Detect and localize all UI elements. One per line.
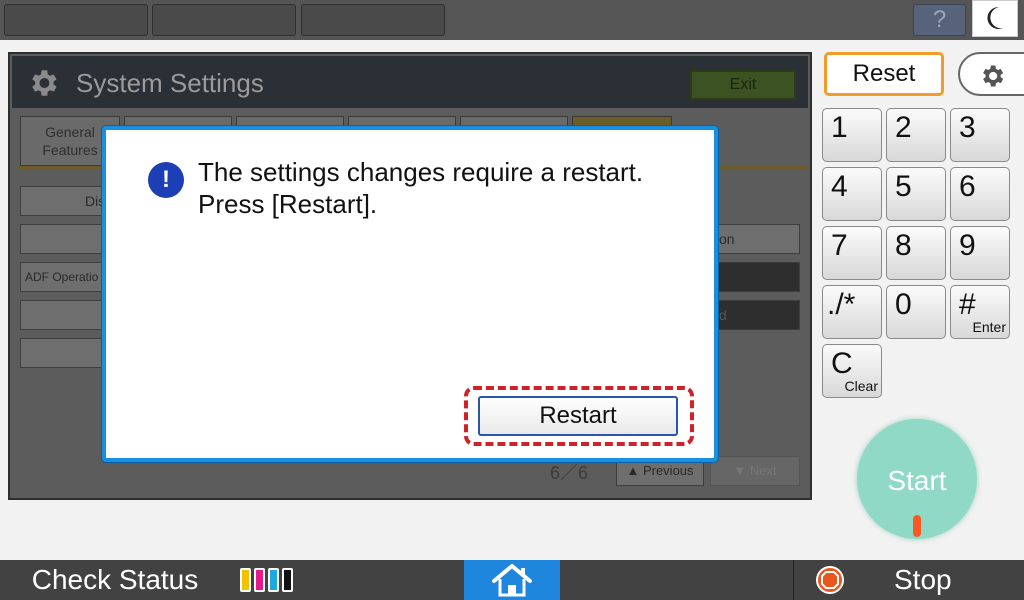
stop-button[interactable]: Stop [793, 560, 1024, 600]
top-bar: ? [0, 0, 1024, 40]
key-clear[interactable]: C Clear [822, 344, 882, 398]
key-label: 4 [831, 170, 848, 203]
key-label: ./* [827, 288, 856, 321]
energy-saver-button[interactable] [972, 0, 1018, 37]
key-dot-star[interactable]: ./* [822, 285, 882, 339]
stop-icon [816, 566, 844, 594]
next-label: Next [749, 463, 777, 478]
reset-button[interactable]: Reset [824, 52, 944, 96]
stop-octagon-icon [821, 571, 839, 589]
key-label: 2 [895, 111, 912, 144]
next-button[interactable]: ▼ Next [710, 456, 800, 486]
settings-item-adf[interactable]: ADF Operatio [20, 262, 110, 292]
key-label: 6 [959, 170, 976, 203]
key-sublabel: Enter [972, 319, 1006, 335]
triangle-up-icon: ▲ [626, 463, 643, 478]
page-title: System Settings [76, 68, 264, 98]
restart-dialog: ! The settings changes require a restart… [102, 126, 718, 462]
key-5[interactable]: 5 [886, 167, 946, 221]
key-9[interactable]: 9 [950, 226, 1010, 280]
key-6[interactable]: 6 [950, 167, 1010, 221]
top-slot-2 [152, 4, 296, 36]
top-slot-1 [4, 4, 148, 36]
key-1[interactable]: 1 [822, 108, 882, 162]
settings-button[interactable] [958, 52, 1024, 96]
key-label: 7 [831, 229, 848, 262]
key-2[interactable]: 2 [886, 108, 946, 162]
previous-label: Previous [642, 463, 694, 478]
key-label: C [831, 347, 853, 380]
key-0[interactable]: 0 [886, 285, 946, 339]
key-label: 3 [959, 111, 976, 144]
settings-item-right-2[interactable] [716, 262, 800, 292]
dialog-message-line-1: The settings changes require a restart. [198, 157, 644, 187]
start-button[interactable]: Start [857, 419, 977, 539]
settings-item-1[interactable]: Dis [20, 186, 110, 216]
key-4[interactable]: 4 [822, 167, 882, 221]
settings-item-right-1[interactable]: on [716, 224, 800, 254]
home-icon [492, 564, 532, 597]
gear-icon [32, 70, 57, 96]
bottom-bar: Check Status Stop [0, 560, 1024, 600]
settings-item-5[interactable] [20, 338, 110, 368]
dialog-message: The settings changes require a restart. … [198, 156, 643, 220]
settings-item-right-3[interactable]: d [716, 300, 800, 330]
triangle-down-icon: ▼ [733, 463, 750, 478]
home-button[interactable] [464, 560, 560, 600]
key-8[interactable]: 8 [886, 226, 946, 280]
settings-item-2[interactable] [20, 224, 110, 254]
toner-magenta [254, 568, 265, 592]
key-sublabel: Clear [844, 378, 878, 394]
key-label: # [959, 288, 976, 321]
toner-cyan [268, 568, 279, 592]
start-indicator-led [913, 515, 921, 537]
key-7[interactable]: 7 [822, 226, 882, 280]
help-icon: ? [932, 6, 947, 33]
gear-icon [983, 65, 1004, 87]
key-label: 8 [895, 229, 912, 262]
page-indicator: 6／6 [550, 463, 589, 483]
stop-label: Stop [894, 564, 952, 595]
toner-yellow [240, 568, 251, 592]
toner-level-icon [238, 568, 298, 592]
settings-item-4[interactable] [20, 300, 110, 330]
top-slot-3 [301, 4, 445, 36]
key-label: 9 [959, 229, 976, 262]
moon-icon [987, 6, 1003, 29]
dialog-message-line-2: Press [Restart]. [198, 189, 378, 219]
check-status-button[interactable]: Check Status [0, 560, 230, 600]
key-label: 0 [895, 288, 912, 321]
key-label: 1 [831, 111, 848, 144]
restart-button[interactable]: Restart [478, 396, 678, 436]
help-button[interactable]: ? [913, 4, 966, 36]
panel-header: System Settings Exit [12, 56, 808, 108]
toner-black [282, 568, 293, 592]
key-label: 5 [895, 170, 912, 203]
start-label: Start [887, 465, 947, 496]
key-enter[interactable]: # Enter [950, 285, 1010, 339]
exit-button[interactable]: Exit [690, 70, 796, 100]
exclamation-icon: ! [148, 162, 184, 198]
key-3[interactable]: 3 [950, 108, 1010, 162]
